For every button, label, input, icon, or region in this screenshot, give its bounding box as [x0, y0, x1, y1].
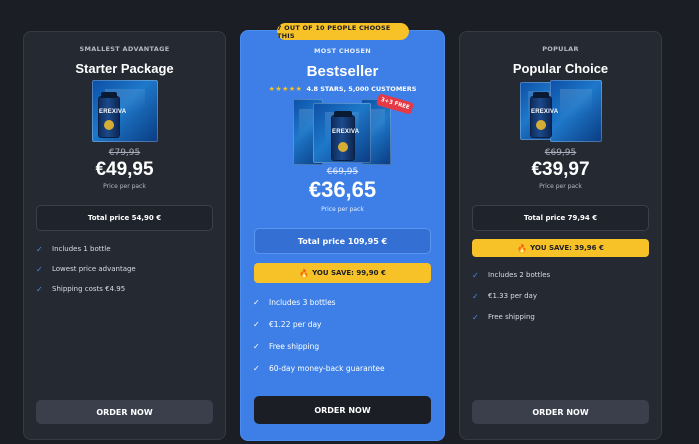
- feature-item: ✓ Includes 2 bottles: [472, 270, 653, 280]
- order-now-button[interactable]: ORDER NOW: [36, 400, 213, 424]
- price-caption: Price per pack: [321, 206, 364, 213]
- price-caption: Price per pack: [539, 183, 582, 190]
- old-price: €69,95: [544, 148, 577, 158]
- plan-card-starter: SMALLEST ADVANTAGE Starter Package EREXI…: [23, 31, 226, 440]
- savings-badge: 🔥 YOU SAVE: 99,90 €: [254, 263, 431, 283]
- feature-text: Free shipping: [269, 341, 320, 351]
- old-price: €79,95: [108, 148, 141, 158]
- plan-card-popular: POPULAR Popular Choice EREXIVA €69,95 €3…: [459, 31, 662, 440]
- fire-icon: 🔥: [299, 268, 310, 278]
- bottle-label: EREXIVA: [99, 109, 127, 115]
- rating-text: 4.8 STARS, 5,000 CUSTOMERS: [306, 85, 417, 93]
- plan-eyebrow: MOST CHOSEN: [314, 47, 371, 55]
- feature-item: ✓ €1.33 per day: [472, 291, 653, 301]
- fire-icon: 🔥: [517, 243, 528, 253]
- feature-text: 60-day money-back guarantee: [269, 363, 385, 373]
- product-image: EREXIVA: [520, 80, 602, 142]
- check-icon: ✓: [472, 291, 479, 301]
- check-icon: ✓: [253, 297, 260, 307]
- feature-item: ✓ Includes 1 bottle: [36, 244, 217, 254]
- check-icon: ✓: [253, 363, 260, 373]
- feature-item: ✓ 60-day money-back guarantee: [253, 363, 436, 373]
- check-icon: ✓: [472, 270, 479, 280]
- price: €49,95: [95, 159, 154, 180]
- feature-text: €1.33 per day: [488, 292, 537, 300]
- plan-eyebrow: SMALLEST ADVANTAGE: [79, 45, 170, 53]
- feature-list: ✓ Includes 3 bottles ✓ €1.22 per day ✓ Free…: [253, 297, 436, 373]
- product-image: EREXIVA: [293, 99, 391, 165]
- rating-row: ★★★★★ 4.8 STARS, 5,000 CUSTOMERS: [241, 85, 444, 93]
- feature-list: ✓ Includes 2 bottles ✓ €1.33 per day ✓ Free…: [472, 270, 653, 322]
- savings-badge: 🔥 YOU SAVE: 39,96 €: [472, 239, 649, 257]
- feature-item: ✓ Lowest price advantage: [36, 264, 217, 274]
- order-now-button[interactable]: ORDER NOW: [254, 396, 431, 424]
- feature-text: €1.22 per day: [269, 319, 322, 329]
- feature-item: ✓ Includes 3 bottles: [253, 297, 436, 307]
- savings-text: YOU SAVE: 99,90 €: [312, 269, 386, 277]
- plan-title: Starter Package: [75, 61, 174, 76]
- plan-title: Popular Choice: [512, 61, 609, 76]
- star-icon: ★★★★★: [268, 85, 303, 93]
- feature-item: ✓ €1.22 per day: [253, 319, 436, 329]
- check-icon: ✓: [36, 244, 43, 254]
- feature-text: Lowest price advantage: [52, 265, 136, 273]
- bottle-label: EREXIVA: [332, 129, 360, 136]
- price: €39,97: [531, 159, 590, 180]
- product-image: EREXIVA: [92, 80, 158, 142]
- product-bottle: EREXIVA: [530, 92, 559, 138]
- order-now-button[interactable]: ORDER NOW: [472, 400, 649, 424]
- price-caption: Price per pack: [103, 183, 146, 190]
- feature-list: ✓ Includes 1 bottle ✓ Lowest price advanta…: [36, 244, 217, 294]
- check-icon: ✓: [253, 319, 260, 329]
- feature-item: ✓ Shipping costs €4.95: [36, 284, 217, 294]
- feature-item: ✓ Free shipping: [472, 312, 653, 322]
- feature-text: Includes 3 bottles: [269, 297, 336, 307]
- top-badge: 7 OUT OF 10 PEOPLE CHOOSE THIS: [277, 23, 409, 40]
- savings-text: YOU SAVE: 39,96 €: [530, 244, 604, 252]
- check-icon: ✓: [472, 312, 479, 322]
- feature-text: Free shipping: [488, 313, 535, 321]
- feature-text: Includes 2 bottles: [488, 271, 551, 279]
- bottle-label: EREXIVA: [531, 109, 559, 115]
- plan-title: Bestseller: [306, 63, 379, 80]
- check-icon: ✓: [253, 341, 260, 351]
- plan-eyebrow: POPULAR: [542, 45, 579, 53]
- plan-card-bestseller: MOST CHOSEN Bestseller ★★★★★ 4.8 STARS, …: [240, 30, 445, 441]
- total-price-box: Total price 54,90 €: [36, 205, 213, 231]
- check-icon: ✓: [36, 284, 43, 294]
- price: €36,65: [308, 177, 377, 202]
- old-price: €69,95: [326, 167, 359, 177]
- total-price-box: Total price 79,94 €: [472, 205, 649, 231]
- product-bottle: EREXIVA: [98, 92, 127, 138]
- product-bottle: EREXIVA: [331, 111, 360, 161]
- total-price-box: Total price 109,95 €: [254, 228, 431, 254]
- feature-text: Includes 1 bottle: [52, 245, 111, 253]
- feature-item: ✓ Free shipping: [253, 341, 436, 351]
- feature-text: Shipping costs €4.95: [52, 285, 126, 293]
- check-icon: ✓: [36, 264, 43, 274]
